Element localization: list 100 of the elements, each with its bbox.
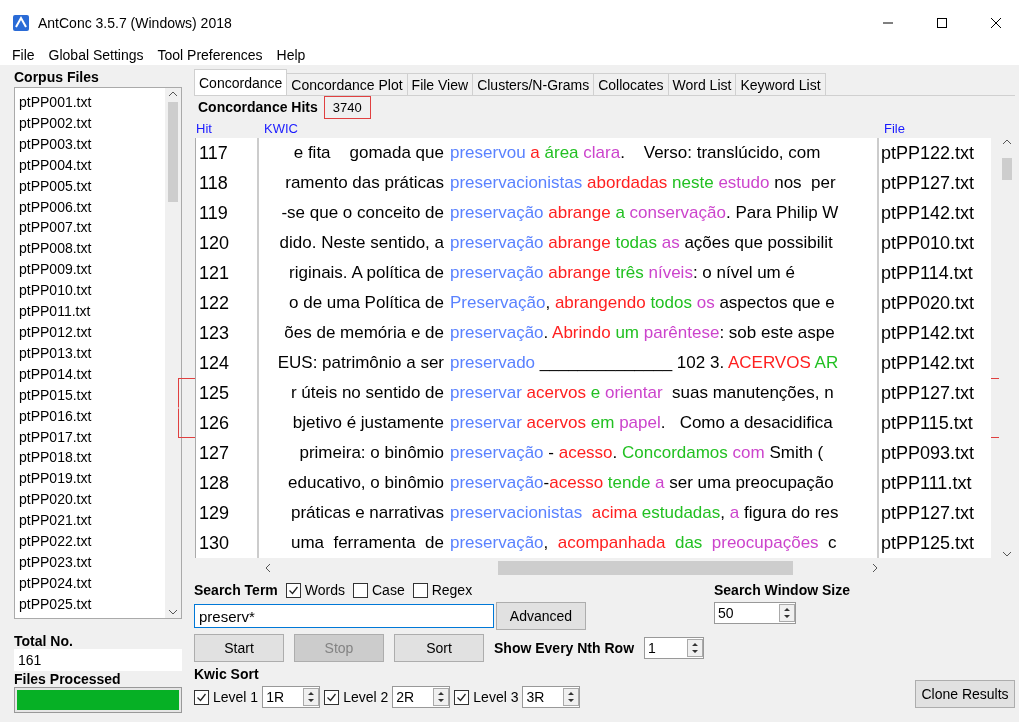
corpus-file-item[interactable]: ptPP025.txt [19,593,161,615]
corpus-file-item[interactable]: ptPP010.txt [19,280,161,302]
column-header[interactable]: Hit [194,121,262,136]
corpus-file-item[interactable]: ptPP024.txt [19,572,161,594]
corpus-file-item[interactable]: ptPP001.txt [19,92,161,113]
left-context: primeira: o binômio [298,443,444,463]
scroll-right-icon[interactable] [871,563,879,573]
keyword: preservou [450,143,527,162]
sort-level-spinner[interactable]: 2R [392,686,451,708]
checkbox[interactable] [412,582,428,598]
keyword: preservacionistas [450,173,584,192]
corpus-file-item[interactable]: ptPP006.txt [19,196,161,218]
corpus-file-item[interactable]: ptPP004.txt [19,154,161,176]
menu-item[interactable]: Help [276,47,306,63]
scroll-down-icon[interactable] [1002,550,1012,558]
corpus-file-item[interactable]: ptPP014.txt [19,363,161,385]
scrollbar[interactable] [165,88,181,618]
window-title: AntConc 3.5.7 (Windows) 2018 [38,14,233,31]
checkbox[interactable] [194,689,209,705]
tab[interactable]: Keyword List [735,73,826,95]
keyword: preservação [450,443,544,462]
spinner-arrows-icon[interactable] [433,688,450,706]
scroll-up-icon[interactable] [168,90,178,98]
corpus-file-item[interactable]: ptPP022.txt [19,531,161,552]
corpus-file-item[interactable]: ptPP011.txt [19,301,161,322]
corpus-file-item[interactable]: ptPP003.txt [19,133,161,155]
context-text: abrangendo [554,293,647,312]
menu-item[interactable]: Global Settings [48,47,144,63]
spinner-arrows-icon[interactable] [779,604,795,622]
context-text: abordadas [587,173,669,192]
keyword: preservação [450,473,544,492]
context-text: das [674,533,704,552]
column-header[interactable]: File [882,121,998,136]
advanced-button[interactable]: Advanced [496,602,586,630]
search-field[interactable]: preserv* [194,604,494,628]
context-text: níveis [648,263,693,282]
tab[interactable]: Concordance [194,69,288,95]
corpus-file-item[interactable]: ptPP018.txt [19,447,161,469]
left-context: ões de memória e de [283,323,444,343]
checkbox[interactable] [324,689,340,705]
spinner-arrows-icon[interactable] [687,639,704,657]
left-context: educativo, o binômio [287,473,444,493]
corpus-file-list[interactable] [14,87,182,619]
context-text: estudo [718,173,770,192]
scrollbar-thumb[interactable] [1002,158,1012,180]
scrollbar-thumb[interactable] [498,561,793,575]
spinner-arrows-icon[interactable] [303,688,320,706]
checkbox[interactable] [285,582,301,598]
action-button[interactable]: Start [194,634,284,662]
file-name: ptPP142.txt [877,348,991,378]
corpus-file-item[interactable]: ptPP012.txt [19,321,161,343]
context-text: ______________ 102 3. [538,353,726,372]
hit-number: 126 [195,408,259,438]
search-window-size-label: Search Window Size [714,582,851,598]
corpus-file-item[interactable]: ptPP021.txt [19,510,161,532]
left-context: r úteis no sentido de [289,383,444,403]
context-text: acesso [558,443,613,462]
scrollbar-thumb[interactable] [168,102,178,202]
close-icon [990,16,1002,29]
nth-row-spinner[interactable]: 1 [644,637,705,659]
corpus-file-item[interactable]: ptPP007.txt [19,217,161,239]
menu-item[interactable]: File [12,47,35,63]
file-name: ptPP142.txt [877,198,991,228]
file-name: ptPP122.txt [877,138,991,168]
file-name: ptPP142.txt [877,318,991,348]
corpus-file-item[interactable]: ptPP015.txt [19,384,161,406]
spinner-arrows-icon[interactable] [563,688,580,706]
corpus-file-item[interactable]: ptPP023.txt [19,551,161,573]
context-text: um [615,323,641,342]
context-text: área [544,143,580,162]
context-text: estudadas [641,503,721,522]
kwic-sort-label: Kwic Sort [194,666,260,682]
corpus-file-item[interactable]: ptPP013.txt [19,342,161,364]
corpus-files-label: Corpus Files [14,69,100,85]
corpus-file-item[interactable]: ptPP020.txt [19,489,161,511]
corpus-file-item[interactable]: ptPP002.txt [19,112,161,134]
context-text: . [612,443,619,462]
checkbox[interactable] [353,582,368,598]
scroll-up-icon[interactable] [1002,138,1012,146]
sort-level-spinner[interactable]: 3R [522,686,581,708]
file-name: ptPP020.txt [877,288,991,318]
menu-item[interactable]: Tool Preferences [157,47,263,63]
checkbox-label: Level 1 [213,689,259,705]
corpus-file-item[interactable]: ptPP009.txt [19,259,161,281]
sort-level-spinner[interactable]: 1R [262,686,321,708]
context-text: aspectos que e [718,293,835,312]
window-size-spinner[interactable]: 50 [714,602,796,624]
column-header[interactable]: KWIC [262,121,882,136]
checkbox[interactable] [454,689,470,705]
corpus-file-item[interactable]: ptPP017.txt [19,426,161,448]
context-text: a [615,203,626,222]
scroll-down-icon[interactable] [168,608,178,616]
corpus-file-item[interactable]: ptPP008.txt [19,238,161,260]
corpus-file-item[interactable]: ptPP005.txt [19,175,161,197]
scroll-left-icon[interactable] [264,563,272,573]
hit-number: 129 [195,498,259,528]
action-button[interactable]: Sort [394,634,484,662]
clone-results-button[interactable]: Clone Results [915,680,1015,708]
corpus-file-item[interactable]: ptPP016.txt [19,405,161,427]
corpus-file-item[interactable]: ptPP019.txt [19,468,161,490]
